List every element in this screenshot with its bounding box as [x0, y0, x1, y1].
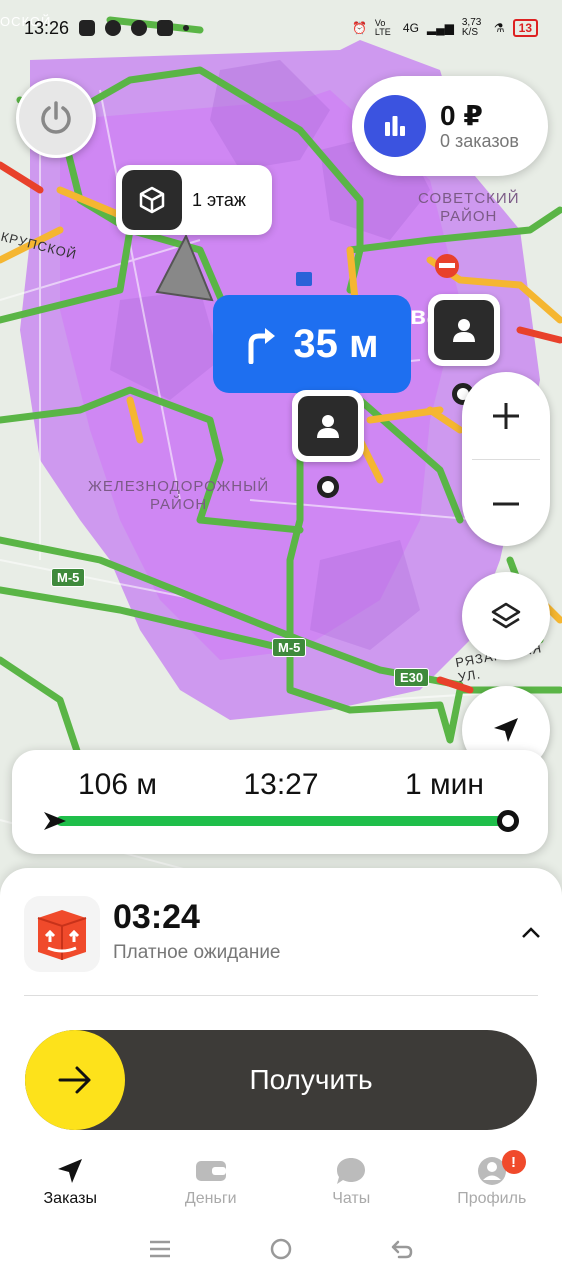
signal-icon: ▂▄▆	[426, 21, 454, 35]
earnings-card[interactable]: 0 ₽ 0 заказов	[352, 76, 548, 176]
floor-label: 1 этаж	[192, 189, 246, 210]
waiting-status: Платное ожидание	[113, 942, 281, 963]
location-arrow-icon	[494, 718, 518, 742]
person-icon	[298, 396, 358, 456]
network-4g-label: 4G	[402, 21, 419, 35]
route-summary-card: 106 м 13:27 1 мин	[12, 750, 548, 854]
home-circle-icon[interactable]	[269, 1237, 293, 1261]
layers-button[interactable]	[462, 572, 550, 660]
route-end-marker	[497, 810, 519, 832]
status-time: 13:26	[24, 17, 70, 38]
bottom-tab-bar: Заказы Деньги Чаты Профиль !	[0, 1148, 562, 1218]
alarm-clock-icon: ⏰	[351, 21, 367, 35]
chat-bubble-icon	[335, 1156, 367, 1186]
route-distance: 106 м	[78, 768, 158, 801]
waiting-timer: 03:24	[113, 898, 200, 936]
district-label-zheleznodorozhny: ЖЕЛЕЗНОДОРОЖНЫЙ РАЙОН	[88, 478, 269, 514]
route-duration: 1 мин	[405, 768, 484, 801]
system-navigation-bar	[0, 1218, 562, 1280]
earnings-text: 0 ₽ 0 заказов	[440, 99, 519, 152]
profile-alert-badge: !	[501, 1150, 526, 1174]
tab-money[interactable]: Деньги	[141, 1148, 282, 1218]
status-bar: 13:26 ⏰ Vo LTE 4G ▂▄▆ 3,73 K/S ⚗ 13	[0, 0, 562, 56]
wallet-icon	[194, 1156, 228, 1186]
receive-slider[interactable]: Получить	[25, 1030, 537, 1130]
alarm-app-icon	[105, 20, 122, 36]
tab-money-label: Деньги	[184, 1190, 237, 1207]
earnings-amount: 0 ₽	[440, 99, 483, 131]
more-dot-icon	[183, 25, 190, 31]
battery-indicator: 13	[512, 19, 538, 37]
bar-chart-icon	[364, 95, 426, 157]
maneuver-distance: 35 м	[293, 321, 379, 366]
package-icon	[122, 170, 182, 230]
tab-orders-label: Заказы	[43, 1190, 97, 1207]
earnings-orders-count: 0 заказов	[440, 130, 519, 151]
route-start-arrow-icon	[44, 812, 66, 830]
power-icon	[41, 101, 71, 134]
tab-chats[interactable]: Чаты	[281, 1148, 422, 1218]
slider-knob[interactable]	[25, 1030, 125, 1130]
client-pin-center[interactable]	[292, 390, 364, 462]
turn-right-icon	[248, 328, 276, 364]
zoom-control	[462, 372, 550, 546]
shield-icon	[157, 20, 174, 36]
maneuver-banner: 35 м	[213, 295, 411, 393]
power-button[interactable]	[16, 78, 96, 158]
speed-label: 3,73 K/S	[461, 17, 482, 38]
sheet-divider	[24, 995, 538, 996]
beaker-icon: ⚗	[493, 21, 505, 35]
chevron-up-icon[interactable]	[516, 918, 546, 948]
arrow-right-icon	[58, 1066, 91, 1094]
tab-profile[interactable]: Профиль !	[422, 1148, 562, 1218]
district-label-sovetsky-text: СОВЕТСКИЙ РАЙОН	[418, 190, 520, 225]
back-icon[interactable]	[390, 1238, 414, 1260]
receive-label: Получить	[249, 1064, 373, 1095]
tab-chats-label: Чаты	[332, 1190, 371, 1207]
tab-orders[interactable]: Заказы	[0, 1148, 141, 1218]
district-label-sovetsky: СОВЕТСКИЙ РАЙОН	[418, 190, 519, 226]
volte-label: Vo LTE	[374, 18, 391, 37]
route-arrival-time: 13:27	[243, 768, 319, 801]
layers-icon	[491, 602, 521, 629]
route-progress-bar	[56, 816, 506, 826]
highway-badge-m5-left: М-5	[51, 568, 86, 587]
order-box-icon	[24, 896, 100, 972]
tab-profile-label: Профиль	[457, 1190, 527, 1207]
plus-icon	[493, 402, 519, 429]
district-label-zheleznodorozhny-text: ЖЕЛЕЗНОДОРОЖНЫЙ РАЙОН	[88, 478, 270, 513]
pin-point-center	[317, 476, 339, 498]
person-icon	[434, 300, 494, 360]
client-pin-right[interactable]	[428, 294, 500, 366]
route-stats: 106 м 13:27 1 мин	[12, 750, 548, 802]
navigation-arrow-icon	[56, 1156, 84, 1186]
highway-badge-m5-center: М-5	[272, 638, 307, 657]
app-notification-icon	[131, 20, 148, 36]
notification-icon	[79, 20, 96, 36]
zoom-out-button[interactable]	[462, 460, 550, 547]
highway-badge-e30: E30	[394, 668, 430, 687]
minus-icon	[493, 502, 519, 505]
menu-icon[interactable]	[148, 1239, 172, 1259]
floor-tooltip[interactable]: 1 этаж	[116, 165, 272, 235]
zoom-in-button[interactable]	[462, 372, 550, 459]
